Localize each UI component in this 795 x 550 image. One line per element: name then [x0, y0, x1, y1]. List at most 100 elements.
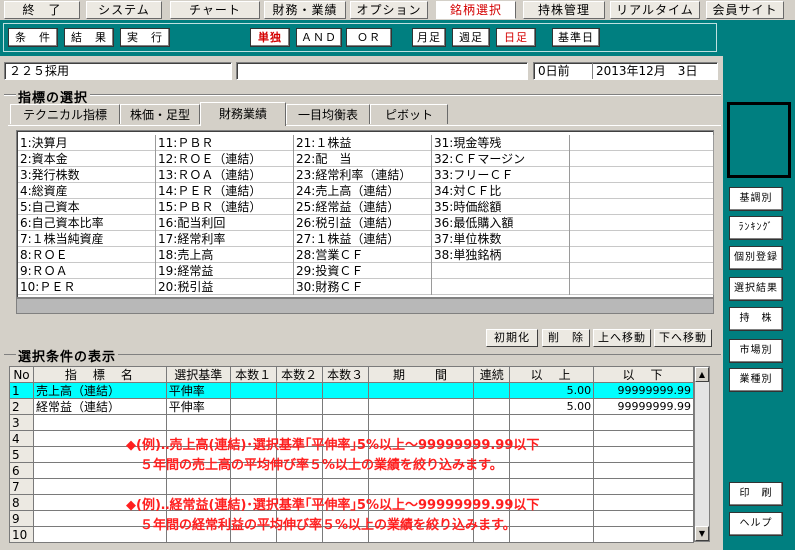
indicator-item[interactable]: 34:対ＣＦ比: [432, 183, 569, 199]
row-no[interactable]: 3: [9, 414, 34, 431]
menu-tab-stock-selection[interactable]: 銘柄選択: [436, 1, 516, 19]
sidebar-button-ranking[interactable]: ﾗﾝｷﾝｸﾞ: [729, 216, 783, 240]
row-count3[interactable]: [321, 478, 369, 495]
row-min[interactable]: [509, 414, 595, 431]
row-max[interactable]: 99999999.99: [593, 382, 694, 399]
indicator-horizontal-scrollbar[interactable]: [16, 298, 714, 314]
indicator-item[interactable]: 9:ＲＯＡ: [18, 263, 155, 279]
row-indicator-name[interactable]: 売上高（連結）: [32, 382, 167, 399]
row-basis[interactable]: 平伸率: [165, 398, 231, 415]
indicator-item[interactable]: 20:税引益: [156, 279, 293, 295]
condition-button[interactable]: 条 件: [8, 28, 58, 47]
row-continuous[interactable]: [473, 414, 511, 431]
move-up-button[interactable]: 上へ移動: [593, 329, 651, 347]
row-no[interactable]: 1: [9, 382, 34, 399]
weekly-button[interactable]: 週足: [452, 28, 490, 47]
row-max[interactable]: [593, 414, 694, 431]
row-min[interactable]: 5.00: [509, 398, 595, 415]
scroll-up-icon[interactable]: ▲: [695, 367, 709, 382]
tab-financial-performance[interactable]: 財務業績: [200, 102, 286, 126]
row-min[interactable]: [509, 526, 595, 543]
sidebar-button-print[interactable]: 印 刷: [729, 482, 783, 506]
menu-tab-realtime[interactable]: リアルタイム: [610, 1, 700, 19]
indicator-item[interactable]: 10:ＰＥＲ: [18, 279, 155, 295]
scroll-down-icon[interactable]: ▼: [695, 526, 709, 541]
indicator-item[interactable]: 38:単独銘柄: [432, 247, 569, 263]
indicator-item[interactable]: 27:１株益（連結）: [294, 231, 431, 247]
row-max[interactable]: [593, 478, 694, 495]
indicator-item[interactable]: 12:ＲＯＥ（連結）: [156, 151, 293, 167]
row-period[interactable]: [367, 382, 475, 399]
indicator-item[interactable]: 3:発行株数: [18, 167, 155, 183]
indicator-item[interactable]: 16:配当利回: [156, 215, 293, 231]
row-max[interactable]: [593, 494, 694, 511]
menu-tab-financials[interactable]: 財務・業績: [264, 1, 346, 19]
row-min[interactable]: 5.00: [509, 382, 595, 399]
indicator-item[interactable]: 25:経常益（連結）: [294, 199, 431, 215]
row-no[interactable]: 8: [9, 494, 34, 511]
indicator-item[interactable]: 35:時価総額: [432, 199, 569, 215]
indicator-item[interactable]: 36:最低購入額: [432, 215, 569, 231]
tab-ichimoku[interactable]: 一目均衡表: [286, 104, 370, 124]
row-count2[interactable]: [275, 478, 323, 495]
monthly-button[interactable]: 月足: [412, 28, 446, 47]
tab-technical[interactable]: テクニカル指標: [10, 104, 120, 124]
indicator-item[interactable]: 11:ＰＢＲ: [156, 135, 293, 151]
indicator-item[interactable]: 19:経常益: [156, 263, 293, 279]
table-row[interactable]: 1 売上高（連結） 平伸率 5.00 99999999.99: [9, 382, 694, 399]
indicator-item[interactable]: 7:１株当純資産: [18, 231, 155, 247]
daily-button[interactable]: 日足: [496, 28, 536, 47]
indicator-item[interactable]: 2:資本金: [18, 151, 155, 167]
initialize-button[interactable]: 初期化: [486, 329, 538, 347]
row-max[interactable]: 99999999.99: [593, 398, 694, 415]
table-row[interactable]: 3: [9, 414, 694, 431]
row-basis[interactable]: 平伸率: [165, 382, 231, 399]
execute-button[interactable]: 実 行: [120, 28, 170, 47]
row-max[interactable]: [593, 430, 694, 447]
indicator-item[interactable]: 13:ＲＯＡ（連結）: [156, 167, 293, 183]
row-period[interactable]: [367, 414, 475, 431]
row-no[interactable]: 9: [9, 510, 34, 527]
sidebar-button-by-market[interactable]: 市場別: [729, 339, 783, 363]
row-count2[interactable]: [275, 398, 323, 415]
row-count1[interactable]: [229, 382, 277, 399]
indicator-item[interactable]: 23:経常利率（連結）: [294, 167, 431, 183]
tab-pivot[interactable]: ピボット: [370, 104, 448, 124]
base-date-button[interactable]: 基準日: [552, 28, 600, 47]
conditions-vertical-scrollbar[interactable]: ▲ ▼: [694, 366, 710, 542]
and-button[interactable]: ＡＮＤ: [296, 28, 342, 47]
row-indicator-name[interactable]: 経常益（連結）: [32, 398, 167, 415]
indicator-item[interactable]: 29:投資ＣＦ: [294, 263, 431, 279]
row-count3[interactable]: [321, 414, 369, 431]
menu-tab-member-site[interactable]: 会員サイト: [706, 1, 784, 19]
indicator-item[interactable]: [570, 151, 713, 167]
row-no[interactable]: 2: [9, 398, 34, 415]
indicator-item[interactable]: 31:現金等残: [432, 135, 569, 151]
menu-tab-chart[interactable]: チャート: [170, 1, 260, 19]
indicator-item[interactable]: [570, 199, 713, 215]
sidebar-button-selection-result[interactable]: 選択結果: [729, 277, 783, 301]
indicator-item[interactable]: [570, 263, 713, 279]
sidebar-button-trend[interactable]: 基調別: [729, 187, 783, 211]
indicator-item[interactable]: 18:売上高: [156, 247, 293, 263]
indicator-item[interactable]: 37:単位株数: [432, 231, 569, 247]
or-button[interactable]: ＯＲ: [346, 28, 392, 47]
indicator-item[interactable]: 15:ＰＢＲ（連結）: [156, 199, 293, 215]
row-count1[interactable]: [229, 478, 277, 495]
indicator-item[interactable]: 32:ＣＦマージン: [432, 151, 569, 167]
row-count3[interactable]: [321, 398, 369, 415]
row-period[interactable]: [367, 398, 475, 415]
indicator-item[interactable]: 1:決算月: [18, 135, 155, 151]
table-row[interactable]: 2 経常益（連結） 平伸率 5.00 99999999.99: [9, 398, 694, 415]
row-basis[interactable]: [165, 478, 231, 495]
sidebar-button-individual-register[interactable]: 個別登録: [729, 246, 783, 270]
row-max[interactable]: [593, 446, 694, 463]
indicator-item[interactable]: [570, 231, 713, 247]
row-count2[interactable]: [275, 382, 323, 399]
row-count1[interactable]: [229, 414, 277, 431]
indicator-item[interactable]: 24:売上高（連結）: [294, 183, 431, 199]
tab-price-candle[interactable]: 株価・足型: [120, 104, 200, 124]
indicator-item[interactable]: [570, 215, 713, 231]
row-continuous[interactable]: [473, 478, 511, 495]
sidebar-button-by-industry[interactable]: 業種別: [729, 368, 783, 392]
